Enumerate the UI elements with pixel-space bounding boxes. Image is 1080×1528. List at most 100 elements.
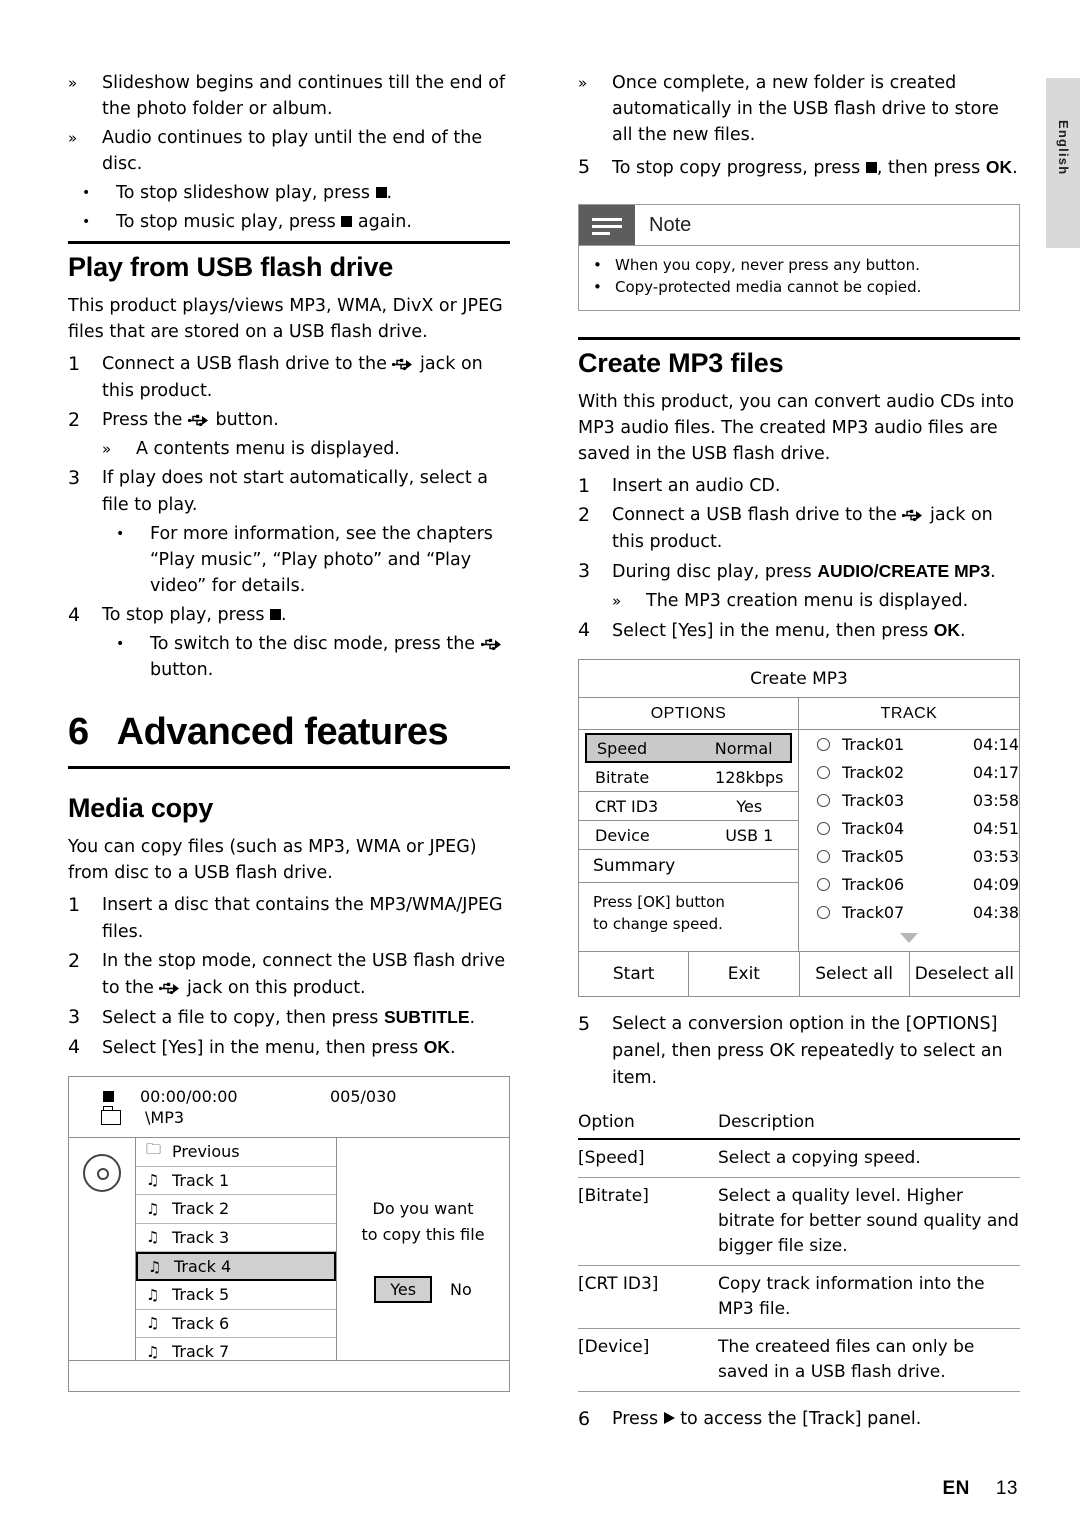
list-item[interactable]: ♫ Track 5 — [136, 1281, 336, 1310]
option-row-device[interactable]: Device USB 1 — [579, 821, 798, 849]
step-text: Connect a USB flash drive to the jack on… — [102, 351, 510, 405]
note-icon — [579, 205, 635, 245]
usb-intro-text: This product plays/views MP3, WMA, DivX … — [68, 296, 503, 342]
chapter-title: Advanced features — [116, 711, 449, 753]
radio-icon[interactable] — [817, 793, 830, 807]
note-box: Note • When you copy, never press any bu… — [578, 204, 1020, 311]
bullet-text: A contents menu is displayed. — [136, 439, 400, 459]
text-before: During disc play, press — [612, 562, 818, 582]
radio-icon[interactable] — [817, 737, 830, 751]
track-row[interactable]: Track02 04:17 — [799, 758, 1019, 786]
bullet-text: The MP3 creation menu is displayed. — [646, 591, 969, 611]
scroll-down-control[interactable] — [799, 926, 1019, 951]
language-tab: English — [1046, 78, 1080, 248]
step-item: 1 Insert an audio CD. — [578, 473, 1020, 500]
step-item: 5 To stop copy progress, press , then pr… — [578, 154, 1020, 182]
description-cell: Copy track information into the MP3 file… — [718, 1265, 1020, 1329]
list-item[interactable]: ♫ Track 3 — [136, 1224, 336, 1252]
exit-button[interactable]: Exit — [689, 952, 800, 996]
list-item[interactable]: 🗀 Previous — [136, 1138, 336, 1167]
music-note-icon: ♫ — [146, 1342, 160, 1361]
option-cell: [Speed] — [578, 1139, 718, 1178]
step-number: 2 — [578, 504, 591, 526]
track-row[interactable]: Track01 04:14 — [799, 730, 1019, 758]
stop-icon — [341, 216, 353, 227]
arrow-bullet-icon: » — [68, 74, 78, 92]
track-row[interactable]: Track04 04:51 — [799, 814, 1019, 842]
text-after: . — [281, 605, 287, 625]
track-row[interactable]: Track07 04:38 — [799, 898, 1019, 926]
option-row-bitrate[interactable]: Bitrate 128kbps — [579, 763, 798, 792]
option-row-crtid3[interactable]: CRT ID3 Yes — [579, 792, 798, 821]
footer-language: EN — [942, 1478, 970, 1499]
chapter-heading: 6 Advanced features — [68, 711, 510, 769]
start-button[interactable]: Start — [579, 952, 690, 996]
yes-button[interactable]: Yes — [374, 1276, 433, 1303]
list-item: » Audio continues to play until the end … — [68, 125, 510, 177]
radio-icon[interactable] — [817, 905, 830, 919]
radio-icon[interactable] — [817, 765, 830, 779]
summary-line-2: to change speed. — [593, 915, 723, 933]
list-item[interactable]: ♫ Track 6 — [136, 1310, 336, 1338]
usb-icon — [392, 354, 414, 371]
list-item-selected[interactable]: ♫ Track 4 — [136, 1252, 336, 1281]
text-before: Select [Yes] in the menu, then press — [102, 1038, 424, 1058]
list-item[interactable]: ♫ Track 2 — [136, 1195, 336, 1224]
right-column: » Once complete, a new folder is created… — [578, 70, 1020, 1435]
track-time: 03:53 — [972, 846, 1019, 866]
music-note-icon: ♫ — [146, 1285, 160, 1304]
track-row[interactable]: Track06 04:09 — [799, 870, 1019, 898]
step-item: 1 Connect a USB flash drive to the jack … — [68, 351, 510, 405]
key-label: AUDIO/CREATE MP3 — [817, 561, 991, 581]
music-note-icon: ♫ — [146, 1314, 160, 1333]
step-number: 1 — [68, 353, 81, 375]
track-row[interactable]: Track05 03:53 — [799, 842, 1019, 870]
radio-icon[interactable] — [817, 821, 830, 835]
radio-icon[interactable] — [817, 849, 830, 863]
dot-bullet-icon: • — [82, 214, 91, 230]
list-item[interactable]: ♫ Track 7 — [136, 1338, 336, 1366]
option-cell: [CRT ID3] — [578, 1265, 718, 1329]
bullet-text: To stop music play, press again. — [116, 209, 412, 235]
options-panel: OPTIONS Speed Normal Bitrate 128kbps CRT… — [579, 698, 799, 951]
step-text: Insert a disc that contains the MP3/WMA/… — [102, 895, 503, 942]
text-before: To stop play, press — [102, 605, 271, 625]
create-mp3-intro: With this product, you can convert audio… — [578, 392, 1015, 464]
text-before: Connect a USB flash drive to the — [612, 505, 903, 525]
text-before: Select a file to copy, then press — [102, 1008, 384, 1028]
disc-panel — [69, 1138, 136, 1360]
track-row[interactable]: Track03 03:58 — [799, 786, 1019, 814]
text-before: To stop slideshow play, press — [116, 183, 376, 203]
table-header-row: Option Description — [578, 1108, 1020, 1140]
text-after: . — [469, 1008, 476, 1028]
usb-icon — [480, 634, 503, 651]
file-counter: 005/030 — [330, 1087, 397, 1106]
list-item[interactable]: ♫ Track 1 — [136, 1167, 336, 1195]
radio-icon[interactable] — [817, 877, 830, 891]
option-cell: [Bitrate] — [578, 1177, 718, 1266]
text-before: Press — [612, 1409, 664, 1429]
track-time: 04:09 — [972, 874, 1019, 894]
option-row-speed[interactable]: Speed Normal — [585, 733, 792, 763]
description-cell: Select a quality level. Higher bitrate f… — [718, 1177, 1020, 1266]
playback-time: 00:00/00:00 — [140, 1087, 238, 1106]
no-button[interactable]: No — [450, 1280, 472, 1299]
text-after: button. — [209, 410, 279, 430]
step-item: 2 In the stop mode, connect the USB flas… — [68, 948, 510, 1002]
list-item-label: Previous — [172, 1142, 240, 1162]
deselect-all-button[interactable]: Deselect all — [910, 952, 1019, 996]
summary-line-1: Press [OK] button — [593, 893, 725, 911]
page-number: 13 — [995, 1478, 1018, 1499]
step-text: Select [Yes] in the menu, then press OK. — [612, 617, 966, 645]
media-copy-screen: 00:00/00:00 005/030 \MP3 🗀 Previous ♫ Tr… — [68, 1076, 510, 1392]
step-item: 4 Select [Yes] in the menu, then press O… — [578, 617, 1020, 645]
folder-icon: 🗀 — [146, 1140, 162, 1159]
step-item: 2 Press the button. — [68, 407, 510, 434]
screen-footer — [69, 1361, 509, 1391]
step-text: Insert an audio CD. — [612, 476, 781, 496]
select-all-button[interactable]: Select all — [800, 952, 910, 996]
list-item: » The MP3 creation menu is displayed. — [612, 588, 1020, 614]
usb-icon — [159, 978, 181, 995]
option-value: Normal — [714, 738, 773, 758]
screen-body: 🗀 Previous ♫ Track 1 ♫ Track 2 ♫ Track 3 — [69, 1137, 509, 1361]
